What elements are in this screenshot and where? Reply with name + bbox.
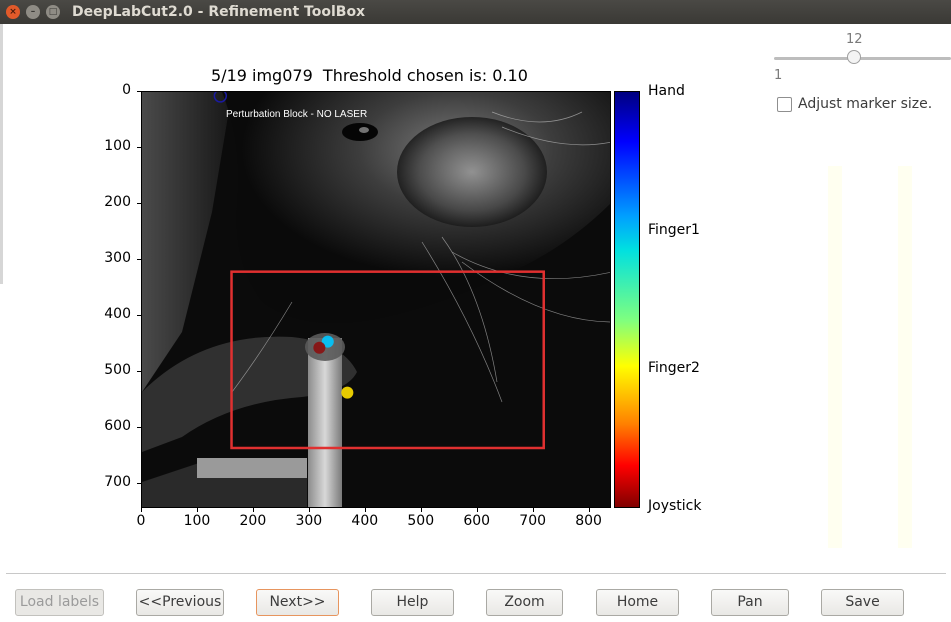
x-tick-mark: [196, 508, 198, 512]
y-tick-mark: [137, 202, 141, 204]
zoom-button[interactable]: Zoom: [486, 589, 563, 616]
x-tick-mark: [532, 508, 534, 512]
y-tick-label: 300: [104, 249, 131, 266]
colorbar-label-finger2: Finger2: [648, 360, 700, 376]
x-tick-label: 0: [136, 513, 146, 529]
x-tick-mark: [476, 508, 478, 512]
title-bar: × – □ DeepLabCut2.0 - Refinement ToolBox: [0, 0, 951, 24]
x-tick-mark: [420, 508, 422, 512]
save-button[interactable]: Save: [821, 589, 904, 616]
y-tick-mark: [137, 146, 141, 148]
y-tick-mark: [137, 91, 141, 92]
x-tick-label: 200: [239, 513, 267, 529]
y-tick-label: 600: [104, 417, 131, 434]
load-labels-button[interactable]: Load labels: [15, 589, 104, 616]
y-tick-mark: [137, 370, 141, 372]
y-tick-label: 0: [122, 82, 131, 98]
x-tick-label: 300: [295, 513, 323, 529]
colorbar-label-finger1: Finger1: [648, 222, 700, 238]
x-tick-mark: [364, 508, 366, 512]
y-tick-label: 100: [104, 137, 131, 154]
pan-button[interactable]: Pan: [711, 589, 789, 616]
marker-size-slider-handle[interactable]: [847, 50, 861, 64]
x-tick-mark: [141, 508, 142, 512]
y-tick-label: 200: [104, 193, 131, 210]
marker-size-value: 12: [846, 32, 863, 47]
colorbar-label-joystick: Joystick: [648, 498, 702, 514]
side-panel-strip: [828, 166, 842, 548]
y-tick-label: 500: [104, 361, 131, 378]
home-button[interactable]: Home: [596, 589, 679, 616]
mouse-frame-image[interactable]: Perturbation Block - NO LASER: [142, 92, 611, 508]
next-button[interactable]: Next>>: [256, 589, 339, 616]
plot-title: 5/19 img079 Threshold chosen is: 0.10: [211, 66, 528, 85]
close-window-button[interactable]: ×: [6, 5, 20, 19]
x-tick-label: 700: [519, 513, 547, 529]
x-tick-mark: [252, 508, 254, 512]
y-tick-mark: [137, 482, 141, 484]
y-tick-mark: [137, 426, 141, 428]
minimize-window-button[interactable]: –: [26, 5, 40, 19]
adjust-marker-size-label[interactable]: Adjust marker size.: [798, 96, 932, 112]
x-tick-mark: [588, 508, 590, 512]
button-bar-divider: [6, 573, 946, 574]
y-tick-mark: [137, 314, 141, 316]
maximize-window-button[interactable]: □: [46, 5, 60, 19]
adjust-marker-size-checkbox[interactable]: [777, 97, 792, 112]
side-panel-strip: [898, 166, 912, 548]
window-title: DeepLabCut2.0 - Refinement ToolBox: [72, 4, 366, 20]
help-button[interactable]: Help: [371, 589, 454, 616]
x-tick-label: 100: [183, 513, 211, 529]
x-tick-label: 800: [575, 513, 602, 529]
y-tick-mark: [137, 258, 141, 260]
colorbar-label-hand: Hand: [648, 83, 685, 99]
marker-size-slider-track[interactable]: [774, 57, 951, 60]
marker-finger2[interactable]: [341, 386, 354, 399]
marker-size-min-label: 1: [774, 68, 783, 83]
frame-image-canvas[interactable]: Perturbation Block - NO LASER: [141, 91, 611, 508]
x-tick-mark: [308, 508, 310, 512]
y-tick-label: 700: [104, 473, 131, 490]
x-tick-label: 400: [351, 513, 379, 529]
marker-joystick[interactable]: [313, 341, 326, 354]
y-tick-label: 400: [104, 305, 131, 322]
x-tick-label: 500: [407, 513, 435, 529]
previous-button[interactable]: <<Previous: [136, 589, 224, 616]
x-tick-label: 600: [463, 513, 491, 529]
colorbar: [614, 91, 640, 508]
overlay-text: Perturbation Block - NO LASER: [226, 109, 367, 120]
window-left-edge: [0, 24, 3, 284]
